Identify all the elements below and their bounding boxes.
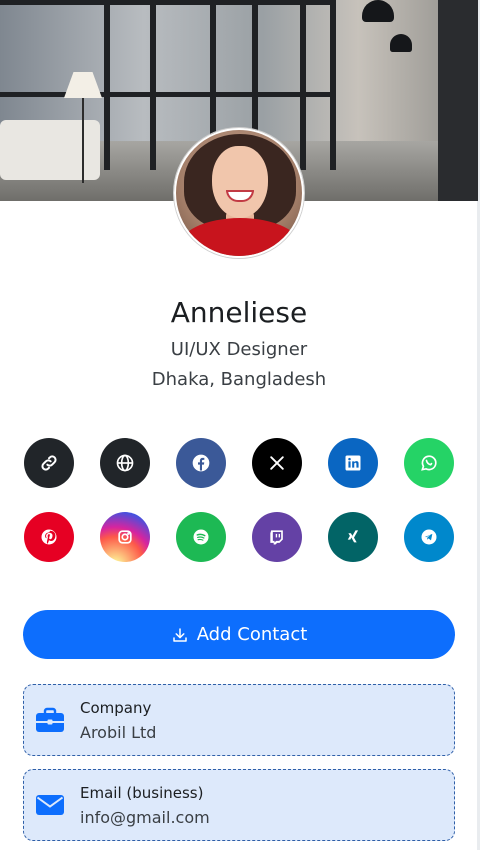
add-contact-label: Add Contact <box>196 624 308 645</box>
facebook-icon <box>192 454 210 472</box>
envelope-icon <box>36 795 64 815</box>
company-value: Arobil Ltd <box>80 723 157 742</box>
download-icon <box>172 627 187 642</box>
facebook-button[interactable] <box>176 438 226 488</box>
company-label: Company <box>80 699 152 717</box>
xing-icon <box>347 530 359 543</box>
email-value: info@gmail.com <box>80 808 210 827</box>
link-button[interactable] <box>24 438 74 488</box>
instagram-icon <box>118 530 132 544</box>
spotify-icon <box>193 529 209 545</box>
twitch-icon <box>270 530 283 545</box>
briefcase-icon <box>36 707 64 732</box>
profile-avatar <box>174 128 304 258</box>
telegram-icon <box>421 529 437 545</box>
email-label: Email (business) <box>80 784 204 802</box>
x-button[interactable] <box>252 438 302 488</box>
pinterest-button[interactable] <box>24 512 74 562</box>
whatsapp-button[interactable] <box>404 438 454 488</box>
spotify-button[interactable] <box>176 512 226 562</box>
company-card[interactable]: Company Arobil Ltd <box>23 684 455 756</box>
globe-icon <box>116 454 134 472</box>
linkedin-button[interactable] <box>328 438 378 488</box>
email-card[interactable]: Email (business) info@gmail.com <box>23 769 455 841</box>
whatsapp-icon <box>421 455 437 471</box>
pinterest-icon <box>41 529 57 545</box>
xing-button[interactable] <box>328 512 378 562</box>
profile-title: UI/UX Designer <box>170 339 308 360</box>
profile-location: Dhaka, Bangladesh <box>151 369 327 390</box>
instagram-button[interactable] <box>100 512 150 562</box>
add-contact-button[interactable]: Add Contact <box>23 610 455 659</box>
website-button[interactable] <box>100 438 150 488</box>
profile-name: Anneliese <box>170 296 308 329</box>
telegram-button[interactable] <box>404 512 454 562</box>
linkedin-icon <box>345 455 361 471</box>
twitch-button[interactable] <box>252 512 302 562</box>
x-icon <box>270 456 284 470</box>
link-icon <box>41 455 57 471</box>
